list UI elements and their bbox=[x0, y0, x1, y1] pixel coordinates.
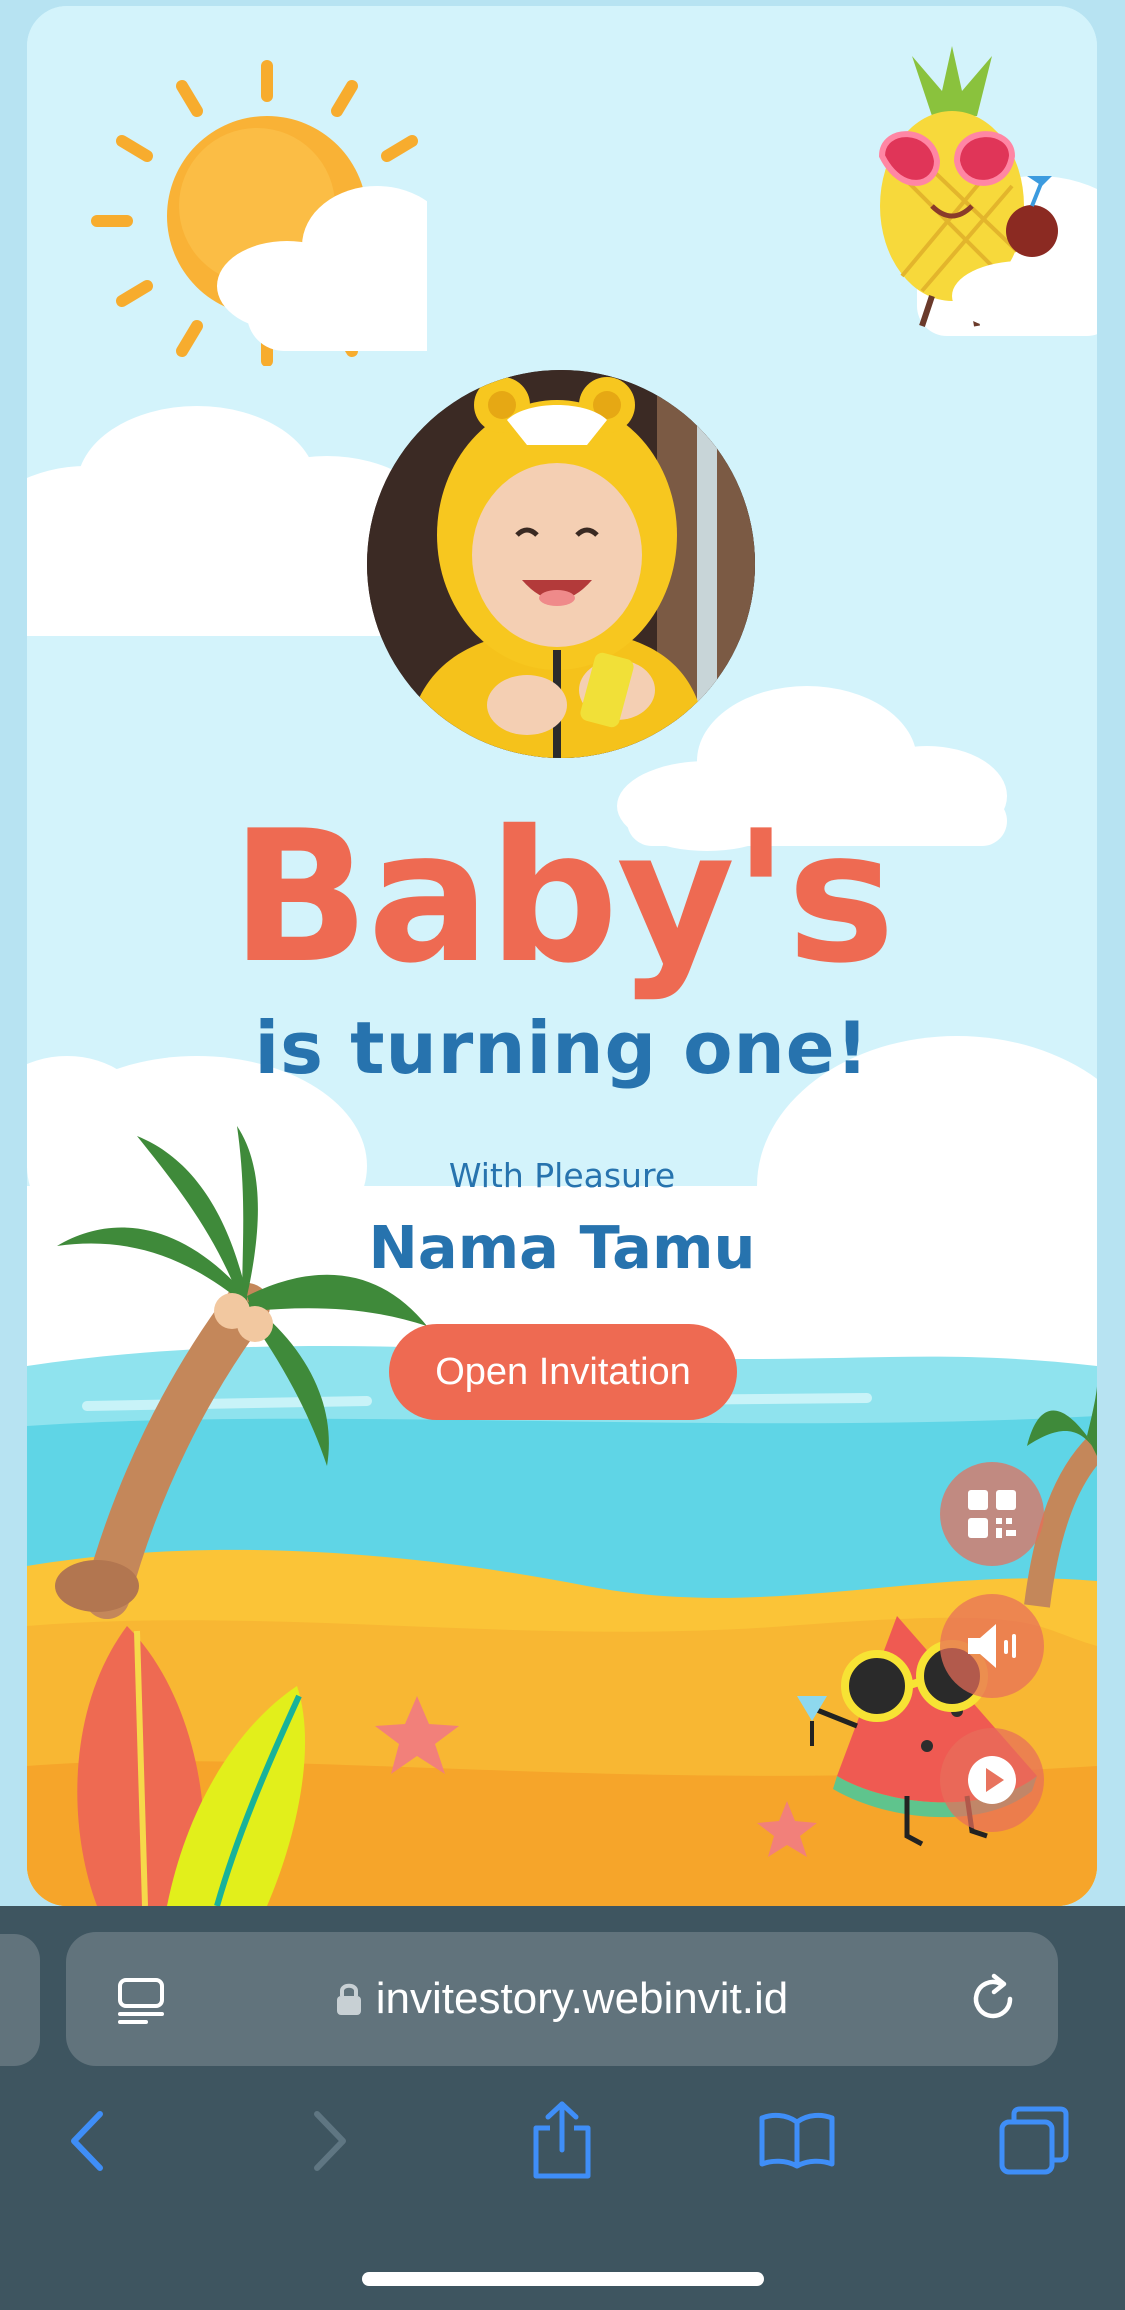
qr-code-button[interactable] bbox=[940, 1462, 1044, 1566]
greeting-text: With Pleasure bbox=[448, 1156, 676, 1195]
speaker-icon bbox=[968, 1624, 1016, 1668]
forward-icon[interactable] bbox=[305, 2106, 355, 2176]
qr-code-icon bbox=[968, 1490, 1016, 1538]
previous-tab-preview[interactable] bbox=[0, 1934, 40, 2066]
tabs-icon[interactable] bbox=[998, 2106, 1070, 2176]
invitation-subtitle: is turning one! bbox=[254, 1006, 870, 1090]
url-display[interactable]: invitestory.webinvit.id bbox=[66, 1932, 1058, 2066]
pineapple-mascot bbox=[878, 46, 1062, 331]
guest-name: Nama Tamu bbox=[368, 1213, 756, 1282]
invitation-card: Baby's is turning one! With Pleasure Nam… bbox=[27, 6, 1097, 1906]
invitation-title: Baby's bbox=[230, 791, 896, 1003]
back-icon[interactable] bbox=[62, 2106, 112, 2176]
sun-illustration bbox=[91, 60, 427, 366]
baby-portrait bbox=[367, 370, 755, 758]
audio-toggle-button[interactable] bbox=[940, 1594, 1044, 1698]
address-bar[interactable]: invitestory.webinvit.id bbox=[66, 1932, 1058, 2066]
book-icon[interactable] bbox=[758, 2110, 836, 2170]
browser-chrome: invitestory.webinvit.id bbox=[0, 1906, 1125, 2310]
url-text: invitestory.webinvit.id bbox=[375, 1974, 789, 2023]
reload-icon[interactable] bbox=[966, 1972, 1020, 2026]
share-icon[interactable] bbox=[530, 2100, 594, 2180]
lock-icon bbox=[336, 1983, 361, 2015]
play-icon bbox=[968, 1756, 1016, 1804]
autoplay-button[interactable] bbox=[940, 1728, 1044, 1832]
home-indicator[interactable] bbox=[362, 2272, 764, 2286]
open-invitation-button[interactable]: Open Invitation bbox=[389, 1324, 737, 1420]
